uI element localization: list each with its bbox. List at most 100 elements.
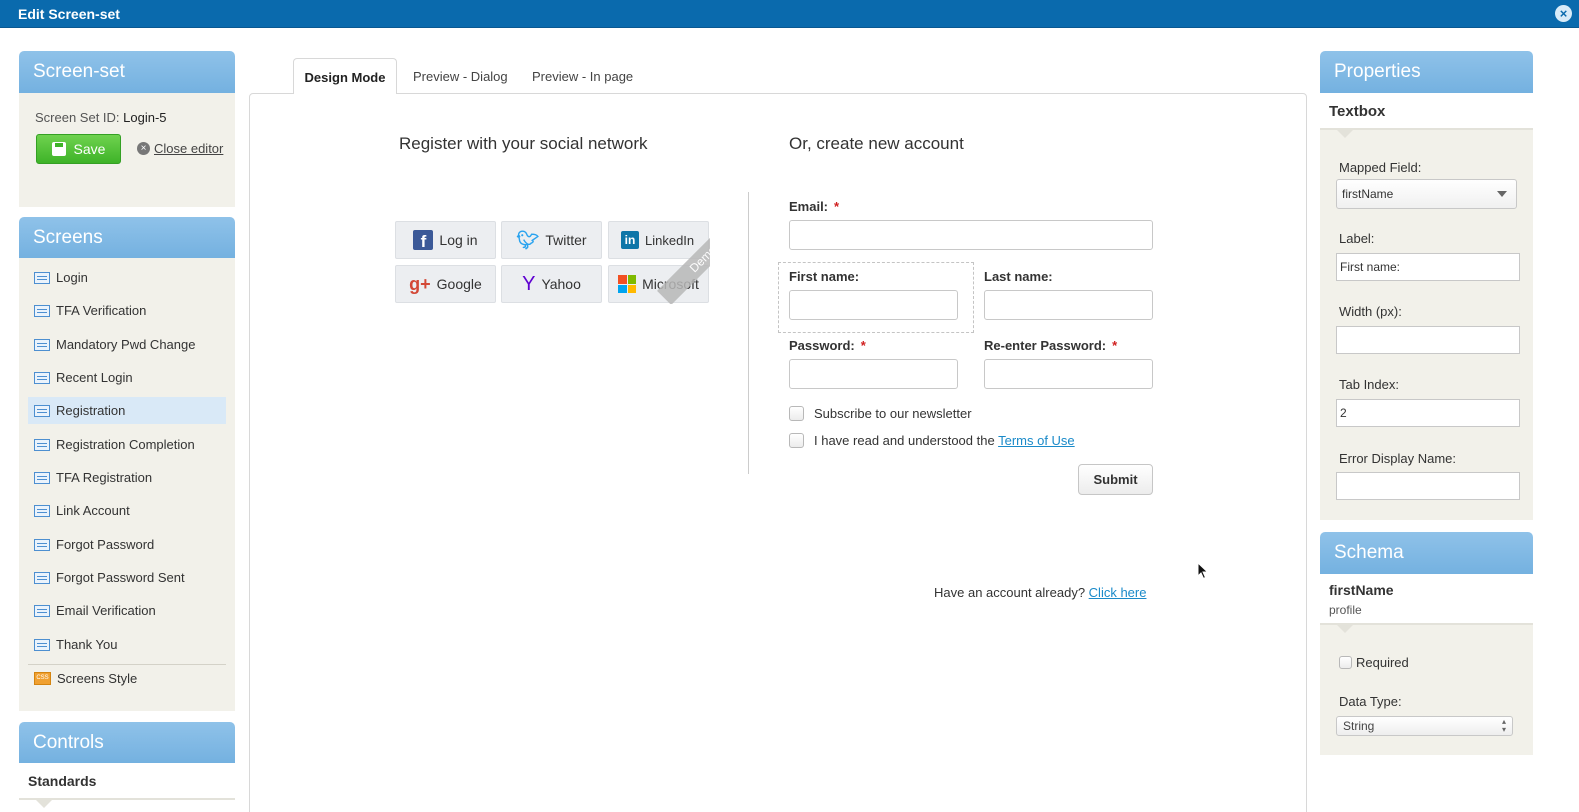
- mapped-field-value: firstName: [1342, 187, 1394, 201]
- screen-item-mandatory-pwd-change[interactable]: Mandatory Pwd Change: [28, 331, 226, 358]
- twitter-login-button[interactable]: 🐦︎ Twitter: [501, 221, 602, 259]
- screen-item-email-verification[interactable]: Email Verification: [28, 597, 226, 624]
- tab-label: Preview - Dialog: [413, 69, 508, 84]
- screen-icon: [34, 638, 50, 651]
- terms-prefix: I have read and understood the: [814, 433, 995, 448]
- screen-item-link-account[interactable]: Link Account: [28, 497, 226, 524]
- properties-heading: Properties: [1334, 61, 1421, 82]
- mapped-field-select[interactable]: firstName: [1336, 179, 1517, 209]
- screenset-heading: Screen-set: [33, 61, 125, 82]
- microsoft-login-button[interactable]: Microsoft: [608, 265, 709, 303]
- terms-of-use-link[interactable]: Terms of Use: [998, 433, 1075, 448]
- error-display-name-input[interactable]: [1336, 472, 1520, 500]
- tab-index-label: Tab Index:: [1339, 377, 1399, 392]
- screen-item-label: Screens Style: [57, 671, 138, 686]
- linkedin-icon: in: [621, 231, 639, 249]
- yahoo-login-button[interactable]: Y Yahoo: [501, 265, 602, 303]
- tab-preview-in-page[interactable]: Preview - In page: [532, 58, 633, 94]
- screen-icon: [34, 571, 50, 584]
- tab-design-mode[interactable]: Design Mode: [293, 58, 397, 94]
- width-input[interactable]: [1336, 326, 1520, 354]
- screens-panel-header: Screens: [19, 217, 235, 258]
- screen-item-registration[interactable]: Registration: [28, 397, 226, 424]
- create-account-title: Or, create new account: [789, 134, 964, 153]
- newsletter-label: Subscribe to our newsletter: [814, 406, 972, 421]
- data-type-select[interactable]: String ▴ ▾: [1336, 716, 1513, 736]
- mapped-field-label: Mapped Field:: [1339, 160, 1422, 175]
- terms-row: I have read and understood the Terms of …: [789, 433, 1075, 448]
- email-field[interactable]: [789, 220, 1153, 250]
- required-mark: *: [834, 199, 840, 214]
- width-label: Width (px):: [1339, 304, 1402, 319]
- tab-preview-dialog[interactable]: Preview - Dialog: [413, 58, 508, 94]
- screenset-id-value: Login-5: [123, 110, 167, 125]
- required-checkbox[interactable]: [1339, 656, 1352, 669]
- screen-item-label: TFA Registration: [56, 470, 153, 485]
- screen-icon: [34, 404, 50, 417]
- close-icon[interactable]: ×: [1555, 5, 1572, 22]
- submit-button[interactable]: Submit: [1078, 464, 1153, 495]
- tab-index-input[interactable]: 2: [1336, 399, 1520, 427]
- screen-icon: [34, 438, 50, 451]
- properties-notch: [1337, 130, 1353, 138]
- screen-item-label: Forgot Password: [56, 537, 155, 552]
- reenter-password-label-text: Re-enter Password:: [984, 338, 1107, 353]
- google-login-button[interactable]: g+ Google: [395, 265, 496, 303]
- screen-item-label: Registration: [56, 403, 126, 418]
- screen-icon: [34, 371, 50, 384]
- terms-checkbox[interactable]: [789, 433, 804, 448]
- first-name-label: First name:: [789, 269, 860, 284]
- screen-icon: [34, 538, 50, 551]
- screen-icon: [34, 504, 50, 517]
- screen-item-label: Thank You: [56, 637, 118, 652]
- screen-item-label: Email Verification: [56, 603, 156, 618]
- last-name-field[interactable]: [984, 290, 1153, 320]
- reenter-password-field[interactable]: [984, 359, 1153, 389]
- screen-item-screens-style[interactable]: CSS Screens Style: [28, 665, 226, 692]
- screen-item-label: Link Account: [56, 503, 130, 518]
- password-field[interactable]: [789, 359, 958, 389]
- screen-item-tfa-verification[interactable]: TFA Verification: [28, 297, 226, 324]
- close-editor-link[interactable]: × Close editor: [137, 141, 223, 156]
- required-label: Required: [1356, 655, 1409, 670]
- newsletter-row: Subscribe to our newsletter: [789, 406, 972, 421]
- screen-item-recent-login[interactable]: Recent Login: [28, 364, 226, 391]
- first-name-field[interactable]: [789, 290, 958, 320]
- password-label-text: Password:: [789, 338, 855, 353]
- social-button-label: Yahoo: [541, 276, 581, 292]
- screen-item-login[interactable]: Login: [28, 264, 226, 291]
- screen-item-tfa-registration[interactable]: TFA Registration: [28, 464, 226, 491]
- email-label: Email: *: [789, 199, 839, 214]
- have-account-label: Have an account already?: [934, 585, 1086, 600]
- facebook-login-button[interactable]: f Log in: [395, 221, 496, 259]
- facebook-icon: f: [413, 230, 434, 251]
- data-type-label: Data Type:: [1339, 694, 1402, 709]
- controls-notch: [36, 800, 52, 808]
- screens-heading: Screens: [33, 227, 103, 248]
- controls-heading: Controls: [33, 732, 104, 753]
- screen-icon: [34, 471, 50, 484]
- schema-notch: [1337, 625, 1353, 633]
- label-input[interactable]: First name:: [1336, 253, 1520, 281]
- screenset-id-label: Screen Set ID:: [35, 110, 120, 125]
- save-button[interactable]: Save: [36, 134, 121, 164]
- click-here-link[interactable]: Click here: [1089, 585, 1147, 600]
- screen-item-forgot-password-sent[interactable]: Forgot Password Sent: [28, 564, 226, 591]
- screen-item-label: Registration Completion: [56, 437, 195, 452]
- screen-item-registration-completion[interactable]: Registration Completion: [28, 431, 226, 458]
- data-type-value: String: [1343, 719, 1375, 733]
- controls-standards[interactable]: Standards: [28, 773, 96, 789]
- form-divider: [748, 192, 749, 474]
- social-title: Register with your social network: [399, 134, 648, 153]
- chevron-down-icon: [1497, 191, 1507, 197]
- error-display-name-label: Error Display Name:: [1339, 451, 1457, 466]
- linkedin-login-button[interactable]: in LinkedIn: [608, 221, 709, 259]
- last-name-label: Last name:: [984, 269, 1053, 284]
- updown-arrows-icon: ▴ ▾: [1501, 717, 1506, 734]
- newsletter-checkbox[interactable]: [789, 406, 804, 421]
- screen-icon: [34, 271, 50, 284]
- yahoo-icon: Y: [522, 273, 536, 295]
- screen-item-forgot-password[interactable]: Forgot Password: [28, 531, 226, 558]
- screen-item-thank-you[interactable]: Thank You: [28, 631, 226, 658]
- screen-item-label: TFA Verification: [56, 303, 147, 318]
